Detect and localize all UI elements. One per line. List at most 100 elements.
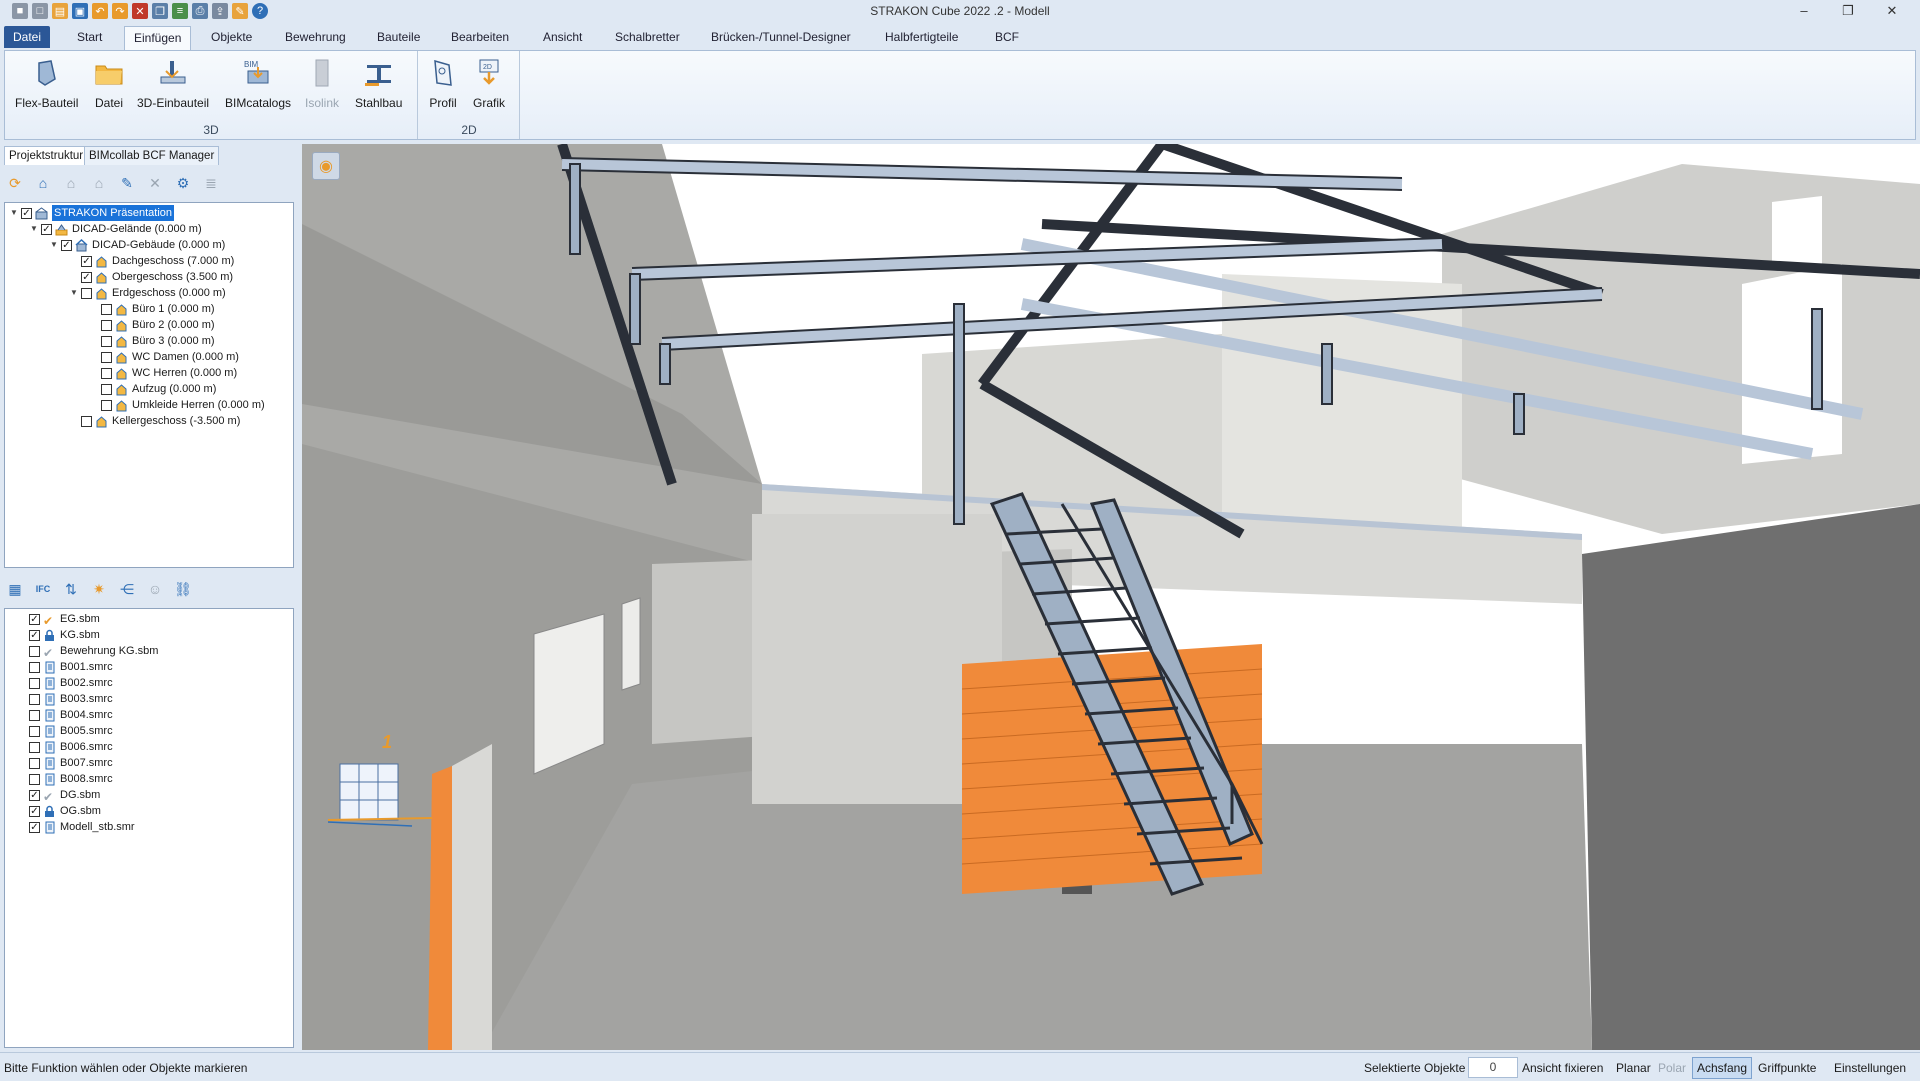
tab-objekte[interactable]: Objekte (202, 26, 261, 48)
toggle-ansicht-fixieren[interactable]: Ansicht fixieren (1522, 1061, 1603, 1075)
checkbox[interactable] (29, 741, 40, 753)
datei-button[interactable]: Datei (93, 57, 125, 110)
file-settings-icon[interactable]: ✷ (88, 578, 110, 600)
list-item[interactable]: B005.smrc (29, 723, 113, 739)
unlink-icon[interactable]: ⛓ (172, 578, 194, 600)
checkbox[interactable] (101, 319, 112, 331)
checkbox[interactable] (29, 757, 40, 769)
checkbox[interactable]: ✓ (29, 789, 40, 801)
tab-bauteile[interactable]: Bauteile (368, 26, 429, 48)
list-item[interactable]: B007.smrc (29, 755, 113, 771)
user-icon[interactable]: ☺ (144, 578, 166, 600)
maximize-button[interactable]: ❐ (1828, 1, 1868, 21)
tab-projektstruktur[interactable]: Projektstruktur (4, 146, 89, 165)
checkbox[interactable] (29, 645, 40, 657)
list-item[interactable]: B006.smrc (29, 739, 113, 755)
stahlbau-button[interactable]: Stahlbau (355, 57, 402, 110)
tab-schalbretter[interactable]: Schalbretter (606, 26, 689, 48)
checkbox[interactable]: ✓ (29, 805, 40, 817)
toggle-planar[interactable]: Planar (1616, 1061, 1651, 1075)
3d-einbauteil-button[interactable]: 3D-Einbauteil (137, 57, 209, 110)
checkbox[interactable] (81, 287, 92, 299)
tree-node[interactable]: Umkleide Herren (0.000 m) (101, 397, 265, 413)
collapse-icon[interactable]: ▼ (49, 237, 59, 253)
tree-node[interactable]: WC Damen (0.000 m) (101, 349, 239, 365)
tree-node[interactable]: ✓ Dachgeschoss (7.000 m) (81, 253, 234, 269)
list-item[interactable]: B008.smrc (29, 771, 113, 787)
profil-button[interactable]: Profil (427, 57, 459, 110)
close-button[interactable]: ✕ (1872, 1, 1912, 21)
sort-icon[interactable]: ⇅ (60, 578, 82, 600)
checkbox[interactable]: ✓ (21, 207, 32, 219)
checkbox[interactable] (101, 367, 112, 379)
tree-node[interactable]: Büro 1 (0.000 m) (101, 301, 215, 317)
home-icon[interactable]: ⌂ (32, 172, 54, 194)
tab-bimcollab-bcf-manager[interactable]: BIMcollab BCF Manager (84, 146, 220, 165)
list-item[interactable]: ✓ OG.sbm (29, 803, 101, 819)
tab-halbfertigteile[interactable]: Halbfertigteile (876, 26, 967, 48)
checkbox[interactable]: ✓ (29, 821, 40, 833)
checkbox[interactable]: ✓ (61, 239, 72, 251)
list-item[interactable]: B004.smrc (29, 707, 113, 723)
view-settings-button[interactable]: ◉ (312, 152, 340, 180)
tree-node[interactable]: WC Herren (0.000 m) (101, 365, 237, 381)
refresh-icon[interactable]: ⟳ (4, 172, 26, 194)
list-item[interactable]: ✓ Modell_stb.smr (29, 819, 135, 835)
checkbox[interactable] (101, 383, 112, 395)
collapse-icon[interactable]: ▼ (69, 285, 79, 301)
checkbox[interactable] (101, 335, 112, 347)
tree-node[interactable]: ▼ ✓ STRAKON Präsentation (9, 205, 174, 221)
tab-bearbeiten[interactable]: Bearbeiten (442, 26, 518, 48)
tree-node[interactable]: Büro 3 (0.000 m) (101, 333, 215, 349)
list-item[interactable]: ✔ Bewehrung KG.sbm (29, 643, 158, 660)
list-item[interactable]: ✓ KG.sbm (29, 627, 100, 643)
tree-node[interactable]: Kellergeschoss (-3.500 m) (81, 413, 240, 429)
checkbox[interactable] (29, 661, 40, 673)
tab-bruecken-tunnel-designer[interactable]: Brücken-/Tunnel-Designer (702, 26, 860, 48)
checkbox[interactable] (101, 351, 112, 363)
checkbox[interactable] (29, 677, 40, 689)
tree-node[interactable]: Aufzug (0.000 m) (101, 381, 216, 397)
stack-icon[interactable]: ≣ (200, 172, 222, 194)
home-add-icon[interactable]: ⌂ (88, 172, 110, 194)
toggle-polar[interactable]: Polar (1658, 1061, 1686, 1075)
tab-bewehrung[interactable]: Bewehrung (276, 26, 355, 48)
checkbox[interactable] (101, 303, 112, 315)
tab-start[interactable]: Start (68, 26, 111, 48)
share-icon[interactable]: ⋲ (116, 578, 138, 600)
toggle-griffpunkte[interactable]: Griffpunkte (1758, 1061, 1816, 1075)
3d-viewport[interactable]: ◉ 1 (302, 144, 1920, 1050)
isolink-button[interactable]: Isolink (305, 57, 339, 110)
settings-link[interactable]: Einstellungen (1834, 1061, 1906, 1075)
tab-bcf[interactable]: BCF (986, 26, 1028, 48)
collapse-icon[interactable]: ▼ (9, 205, 19, 221)
3d-model-scene[interactable] (302, 144, 1920, 1050)
settings-icon[interactable]: ⚙ (172, 172, 194, 194)
checkbox[interactable] (81, 415, 92, 427)
flex-bauteil-button[interactable]: Flex-Bauteil (15, 57, 78, 110)
minimize-button[interactable]: – (1784, 1, 1824, 21)
pencil-icon[interactable]: ✎ (116, 172, 138, 194)
checkbox[interactable]: ✓ (29, 613, 40, 625)
bimcatalogs-button[interactable]: BIM BIMcatalogs (225, 57, 291, 110)
tab-datei[interactable]: Datei (4, 26, 51, 48)
ifc-import-icon[interactable]: IFC (32, 578, 54, 600)
list-item[interactable]: B002.smrc (29, 675, 113, 691)
list-item[interactable]: ✓ ✔ EG.sbm (29, 611, 100, 628)
checkbox[interactable] (29, 725, 40, 737)
tab-ansicht[interactable]: Ansicht (534, 26, 591, 48)
list-item[interactable]: B003.smrc (29, 691, 113, 707)
tab-einfuegen[interactable]: Einfügen (124, 26, 192, 50)
checkbox[interactable] (29, 693, 40, 705)
list-item[interactable]: ✓ ✔ DG.sbm (29, 787, 100, 804)
checkbox[interactable] (29, 709, 40, 721)
tree-node[interactable]: ▼ Erdgeschoss (0.000 m) (69, 285, 226, 301)
checkbox[interactable]: ✓ (81, 271, 92, 283)
list-item[interactable]: B001.smrc (29, 659, 113, 675)
checkbox[interactable]: ✓ (29, 629, 40, 641)
tree-node[interactable]: ▼ ✓ DICAD-Gebäude (0.000 m) (49, 237, 225, 253)
tree-node[interactable]: ▼ ✓ DICAD-Gelände (0.000 m) (29, 221, 202, 237)
home-up-icon[interactable]: ⌂ (60, 172, 82, 194)
checkbox[interactable]: ✓ (81, 255, 92, 267)
add-file-icon[interactable]: ▦ (4, 578, 26, 600)
